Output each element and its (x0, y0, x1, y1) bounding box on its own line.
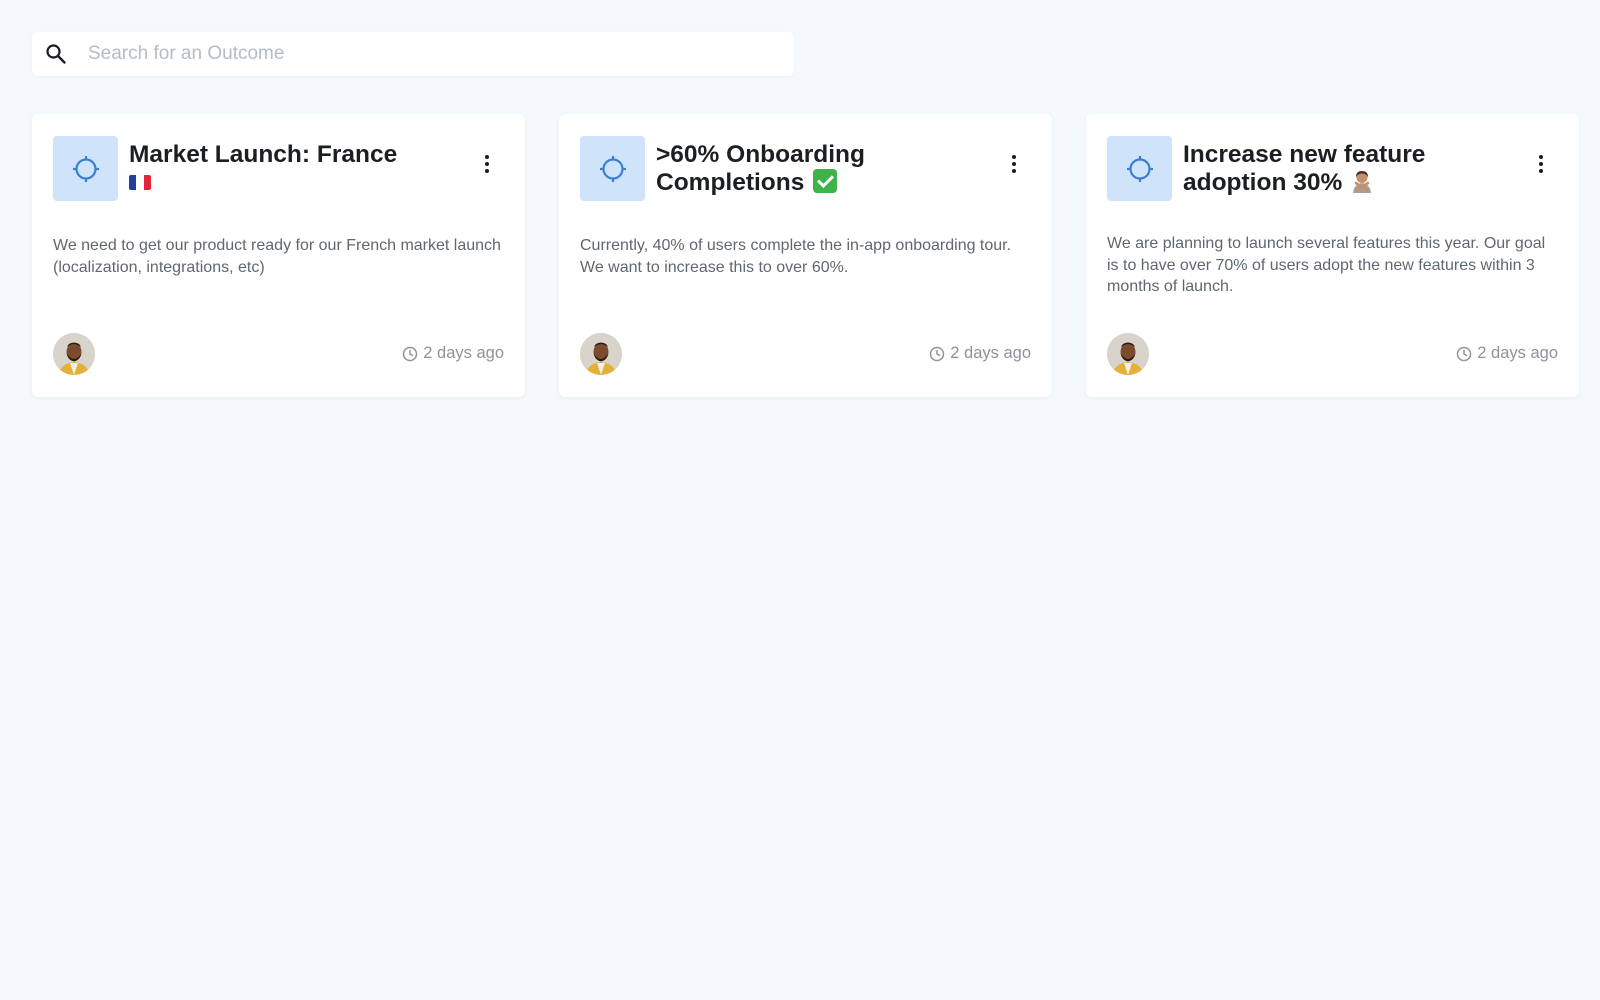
more-options-button[interactable] (477, 146, 497, 182)
kebab-dot-icon (485, 155, 489, 159)
target-icon-tile (580, 136, 645, 201)
avatar[interactable] (1107, 333, 1149, 375)
target-icon (1126, 155, 1153, 182)
clock-icon (1457, 346, 1472, 361)
outcome-description: We need to get our product ready for our… (53, 237, 501, 276)
card-header: Market Launch: France (53, 136, 504, 201)
card-header: Increase new feature adoption 30% (1107, 136, 1558, 201)
timestamp-text: 2 days ago (423, 344, 504, 362)
kebab-dot-icon (1012, 169, 1016, 173)
clock-icon (930, 346, 945, 361)
target-icon-tile (1107, 136, 1172, 201)
kebab-dot-icon (1539, 169, 1543, 173)
outcome-title-text: Increase new feature adoption 30% (1183, 141, 1426, 196)
outcome-description: We are planning to launch several featur… (1107, 235, 1546, 295)
french-flag-icon (129, 175, 151, 190)
card-header: >60% Onboarding Completions (580, 136, 1031, 201)
outcome-card[interactable]: >60% Onboarding Completions Currently, 4… (559, 114, 1052, 397)
search-input[interactable] (76, 32, 794, 76)
outcome-title[interactable]: Increase new feature adoption 30% (1183, 141, 1483, 201)
clock-icon (403, 346, 418, 361)
outcome-card[interactable]: Market Launch: France We need to get our… (32, 114, 525, 397)
kebab-dot-icon (1539, 155, 1543, 159)
kebab-dot-icon (485, 169, 489, 173)
timestamp: 2 days ago (929, 344, 1031, 363)
check-mark-icon (813, 169, 838, 193)
timestamp: 2 days ago (1456, 344, 1558, 363)
avatar[interactable] (53, 333, 95, 375)
target-icon-tile (53, 136, 118, 201)
target-icon (599, 155, 626, 182)
kebab-dot-icon (485, 162, 489, 166)
outcome-title[interactable]: >60% Onboarding Completions (656, 141, 956, 201)
person-gesturing-no-icon (1353, 171, 1372, 193)
more-options-button[interactable] (1004, 146, 1024, 182)
search-bar (32, 32, 794, 76)
kebab-dot-icon (1539, 162, 1543, 166)
kebab-dot-icon (1012, 162, 1016, 166)
outcome-title[interactable]: Market Launch: France (129, 141, 429, 201)
timestamp-text: 2 days ago (950, 344, 1031, 362)
outcome-description: Currently, 40% of users complete the in-… (580, 237, 1012, 276)
outcome-title-text: Market Launch: France (129, 141, 398, 168)
avatar[interactable] (580, 333, 622, 375)
outcome-card[interactable]: Increase new feature adoption 30% We are… (1086, 114, 1579, 397)
outcome-card-list: Market Launch: France We need to get our… (32, 114, 1579, 397)
search-icon[interactable] (36, 32, 76, 76)
timestamp-text: 2 days ago (1477, 344, 1558, 362)
timestamp: 2 days ago (402, 344, 504, 363)
target-icon (72, 155, 99, 182)
kebab-dot-icon (1012, 155, 1016, 159)
more-options-button[interactable] (1531, 146, 1551, 182)
